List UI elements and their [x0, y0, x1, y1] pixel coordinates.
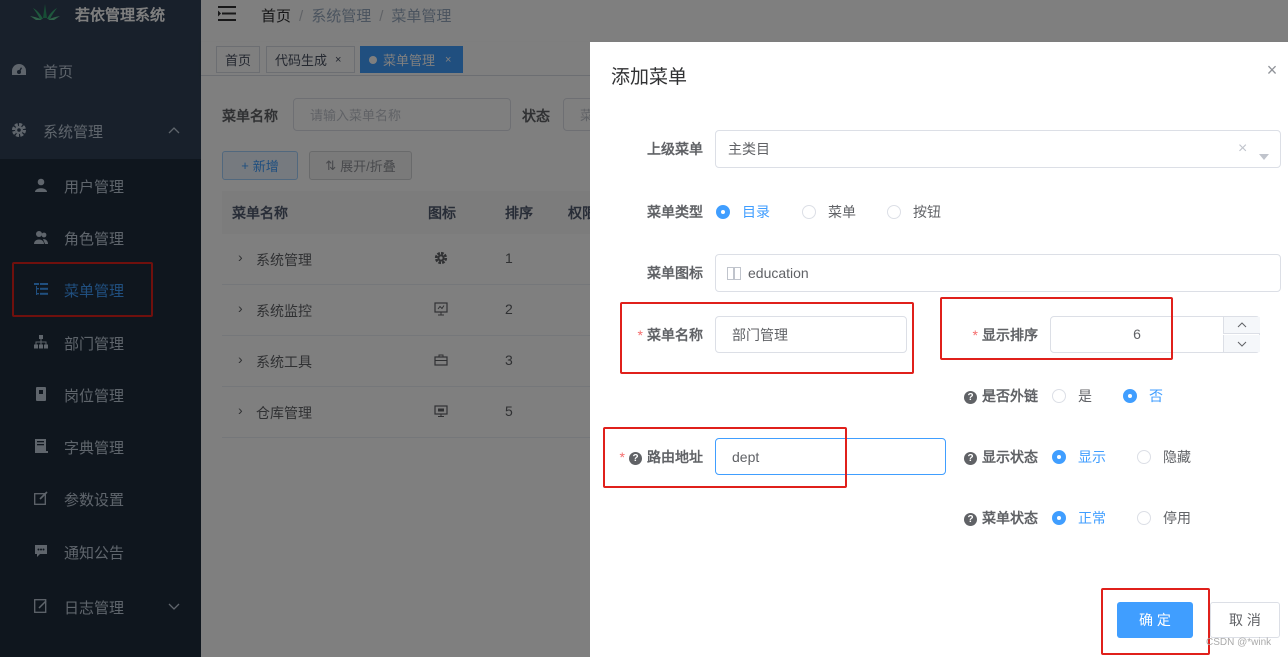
cancel-button[interactable]: 取 消 [1210, 602, 1280, 638]
radio-circle [716, 205, 730, 219]
clear-icon[interactable]: × [1238, 140, 1247, 158]
watermark: CSDN @*wink [1206, 637, 1272, 648]
menu-icon-label: 菜单图标 [647, 265, 703, 281]
radio-type-menu[interactable]: 菜单 [802, 202, 856, 222]
highlight-box [940, 297, 1173, 360]
question-icon[interactable]: ? [964, 391, 977, 404]
radio-label: 否 [1149, 388, 1163, 404]
status-label: ? 菜单状态 [955, 508, 1038, 528]
radio-visible-hide[interactable]: 隐藏 [1137, 447, 1191, 467]
radio-label: 停用 [1163, 510, 1191, 526]
radio-circle [1137, 450, 1151, 464]
frame-label-text: 是否外链 [982, 388, 1038, 404]
radio-status-normal[interactable]: 正常 [1052, 508, 1106, 528]
radio-visible-show[interactable]: 显示 [1052, 447, 1106, 467]
radio-label: 目录 [742, 204, 770, 220]
highlight-box [620, 302, 914, 374]
frame-label: ? 是否外链 [955, 386, 1038, 406]
menu-icon-input[interactable]: education [715, 254, 1281, 292]
question-icon[interactable]: ? [964, 452, 977, 465]
radio-type-directory[interactable]: 目录 [716, 202, 770, 222]
visible-label-text: 显示状态 [982, 449, 1038, 465]
highlight-box [603, 427, 847, 488]
increase-button[interactable] [1223, 317, 1260, 334]
radio-label: 按钮 [913, 204, 941, 220]
radio-label: 正常 [1078, 510, 1106, 526]
caret-down-icon[interactable] [1259, 147, 1269, 163]
cancel-button-label: 取 消 [1229, 612, 1261, 628]
education-icon [727, 266, 741, 280]
radio-type-button[interactable]: 按钮 [887, 202, 941, 222]
parent-menu-select[interactable]: 主类目 × [715, 130, 1281, 168]
radio-circle [1137, 511, 1151, 525]
radio-circle [1052, 389, 1066, 403]
status-label-text: 菜单状态 [982, 510, 1038, 526]
visible-label: ? 显示状态 [955, 447, 1038, 467]
radio-circle [802, 205, 816, 219]
menu-icon-value: education [748, 265, 809, 281]
close-icon[interactable]: × [1264, 61, 1280, 79]
radio-circle [1052, 450, 1066, 464]
highlight-box [1101, 588, 1210, 655]
radio-label: 显示 [1078, 449, 1106, 465]
question-icon[interactable]: ? [964, 513, 977, 526]
menu-type-label: 菜单类型 [647, 204, 703, 220]
parent-menu-label: 上级菜单 [647, 141, 703, 157]
radio-frame-no[interactable]: 否 [1123, 386, 1163, 406]
radio-circle [1052, 511, 1066, 525]
radio-label: 隐藏 [1163, 449, 1191, 465]
dialog-title: 添加菜单 [611, 67, 688, 88]
radio-frame-yes[interactable]: 是 [1052, 386, 1092, 406]
radio-label: 菜单 [828, 204, 856, 220]
parent-menu-value: 主类目 [728, 141, 770, 157]
decrease-button[interactable] [1223, 335, 1260, 352]
radio-circle [1123, 389, 1137, 403]
radio-label: 是 [1078, 388, 1092, 404]
radio-circle [887, 205, 901, 219]
radio-status-disabled[interactable]: 停用 [1137, 508, 1191, 528]
